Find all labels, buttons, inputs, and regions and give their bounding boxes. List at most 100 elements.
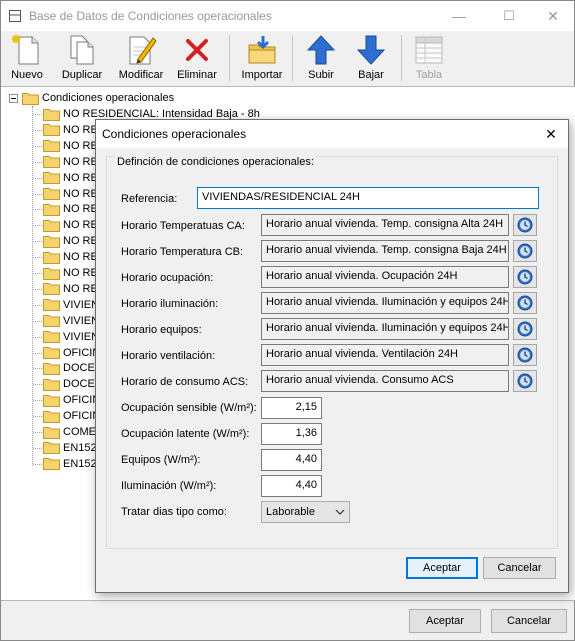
dialog-close-button[interactable]: ✕ xyxy=(534,120,568,148)
collapse-toggle-icon[interactable] xyxy=(9,93,18,103)
tree-item[interactable]: NO RE xyxy=(43,249,98,265)
tree-item-label: NO RE xyxy=(63,219,98,232)
folder-icon xyxy=(43,172,60,185)
tree-item[interactable]: NO RE xyxy=(43,122,98,138)
main-cancel-button[interactable]: Cancelar xyxy=(491,609,567,633)
import-button[interactable]: Importar xyxy=(239,33,285,83)
toolbar-separator xyxy=(229,35,230,81)
folder-icon xyxy=(43,124,60,137)
tree-item-label: EN152 xyxy=(63,457,97,470)
arrow-up-icon xyxy=(306,35,336,65)
schedule-picker-button[interactable] xyxy=(513,370,537,392)
tree-guide-line xyxy=(33,320,42,322)
numeric-input[interactable]: 2,15 xyxy=(261,397,322,419)
delete-button-label: Eliminar xyxy=(177,69,217,81)
clock-icon xyxy=(517,217,533,233)
tree-item[interactable]: NO RE xyxy=(43,186,98,202)
folder-icon xyxy=(43,267,60,280)
tree-item-label: NO RE xyxy=(63,123,98,136)
tree-guide-line xyxy=(33,416,42,418)
schedule-picker-button[interactable] xyxy=(513,344,537,366)
chevron-down-icon xyxy=(335,509,345,515)
schedule-label: Horario iluminación: xyxy=(121,298,219,310)
numeric-input[interactable]: 4,40 xyxy=(261,475,322,497)
tree-item-label: VIVIEN xyxy=(63,298,100,311)
tree-guide-line xyxy=(33,209,42,211)
numeric-input[interactable]: 4,40 xyxy=(261,449,322,471)
toolbar-separator xyxy=(292,35,293,81)
numeric-label: Ocupación sensible (W/m²): xyxy=(121,402,257,414)
tree-root[interactable]: Condiciones operacionales xyxy=(9,90,174,106)
table-button[interactable]: Tabla xyxy=(411,33,447,83)
schedule-picker-button[interactable] xyxy=(513,318,537,340)
numeric-input[interactable]: 1,36 xyxy=(261,423,322,445)
day-type-select[interactable]: Laborable xyxy=(261,501,350,523)
tree-item[interactable]: NO RE xyxy=(43,217,98,233)
reference-input[interactable]: VIVIENDAS/RESIDENCIAL 24H xyxy=(197,187,539,209)
tree-item[interactable]: NO RE xyxy=(43,170,98,186)
tree-guide-line xyxy=(33,336,42,338)
reference-label: Referencia: xyxy=(121,193,178,205)
folder-icon xyxy=(43,378,60,391)
dialog-titlebar: Condiciones operacionales ✕ xyxy=(96,120,568,148)
tree-item[interactable]: DOCEN xyxy=(43,360,103,376)
tree-item[interactable]: EN152 xyxy=(43,440,97,456)
tree-item[interactable]: VIVIEN xyxy=(43,297,99,313)
tree-item[interactable]: EN152 xyxy=(43,456,97,472)
clock-icon xyxy=(517,347,533,363)
tree-item[interactable]: DOCEN xyxy=(43,376,103,392)
tree-item[interactable]: VIVIEN xyxy=(43,313,99,329)
tree-guide-line xyxy=(33,463,42,465)
tree-guide-line xyxy=(33,114,42,115)
dialog-title: Condiciones operacionales xyxy=(102,127,247,141)
tree-item-label: NO RE xyxy=(63,139,98,152)
main-accept-button[interactable]: Aceptar xyxy=(409,609,481,633)
schedule-picker-button[interactable] xyxy=(513,292,537,314)
tree-item[interactable]: NO RE xyxy=(43,281,98,297)
tree-item[interactable]: NO RE xyxy=(43,265,98,281)
tree-item[interactable]: NO RE xyxy=(43,138,98,154)
modify-button[interactable]: Modificar xyxy=(116,33,166,83)
minimize-button[interactable]: — xyxy=(436,1,482,31)
duplicate-button-label: Duplicar xyxy=(61,69,103,81)
schedule-picker-button[interactable] xyxy=(513,266,537,288)
app-icon xyxy=(9,10,21,22)
schedule-picker-button[interactable] xyxy=(513,240,537,262)
tree-item[interactable]: NO RE xyxy=(43,201,98,217)
tree-item[interactable]: OFICIN xyxy=(43,345,100,361)
tree-guide-line xyxy=(33,129,42,131)
folder-icon xyxy=(43,203,60,216)
tree-guide-line xyxy=(33,177,42,179)
schedule-label: Horario Temperatura CB: xyxy=(121,246,244,258)
tree-guide-line xyxy=(33,288,42,290)
dialog-accept-button[interactable]: Aceptar xyxy=(406,557,478,579)
tree-item[interactable]: NO RE xyxy=(43,154,98,170)
close-button[interactable]: ✕ xyxy=(530,1,575,31)
maximize-button[interactable]: ☐ xyxy=(486,1,532,31)
tree-item-label: VIVIEN xyxy=(63,314,100,327)
folder-icon xyxy=(43,251,60,264)
tree-guide-line xyxy=(33,400,42,402)
dialog-cancel-button[interactable]: Cancelar xyxy=(483,557,556,579)
tree-item[interactable]: OFICIN xyxy=(43,392,100,408)
tree-item[interactable]: NO RE xyxy=(43,233,98,249)
tree-item[interactable]: VIVIEN xyxy=(43,329,99,345)
tree-guide-line xyxy=(33,225,42,227)
tree-item-label: NO RE xyxy=(63,203,98,216)
tree-item[interactable]: OFICIN xyxy=(43,408,100,424)
schedule-picker-button[interactable] xyxy=(513,214,537,236)
tree-guide-line xyxy=(32,106,33,466)
folder-icon xyxy=(22,92,39,105)
folder-icon xyxy=(43,331,60,344)
duplicate-button[interactable]: Duplicar xyxy=(59,33,105,83)
folder-icon xyxy=(43,235,60,248)
tree-guide-line xyxy=(33,273,42,274)
move-down-button[interactable]: Bajar xyxy=(353,33,389,83)
folder-icon xyxy=(43,108,60,121)
numeric-label: Equipos (W/m²): xyxy=(121,454,201,466)
delete-button[interactable]: Eliminar xyxy=(176,33,218,83)
tree-item-label: NO RE xyxy=(63,235,98,248)
move-up-button[interactable]: Subir xyxy=(303,33,339,83)
new-button[interactable]: Nuevo xyxy=(9,33,45,83)
tree-item-label: NO RE xyxy=(63,171,98,184)
